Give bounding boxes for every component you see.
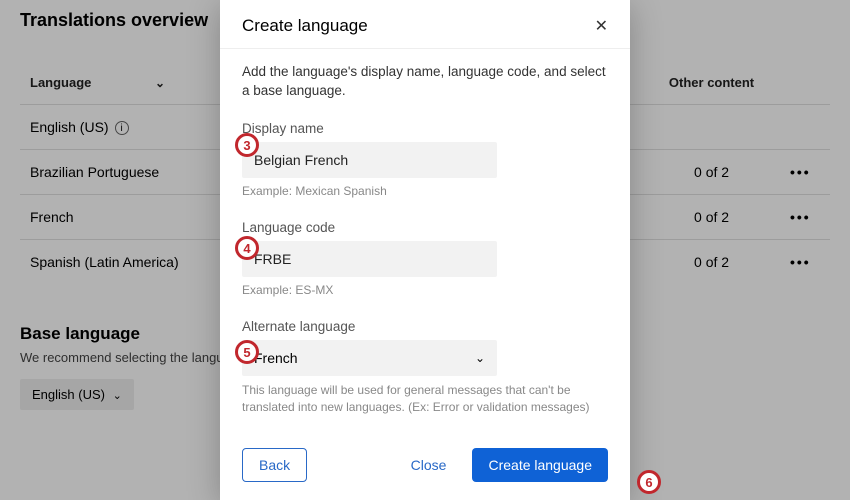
modal-title: Create language	[242, 16, 368, 36]
alternate-language-select[interactable]: French ⌄	[242, 340, 497, 376]
modal-footer: Back Close Create language	[220, 436, 630, 500]
callout-4: 4	[235, 236, 259, 260]
display-name-helper: Example: Mexican Spanish	[242, 184, 608, 198]
callout-5: 5	[235, 340, 259, 364]
create-language-button[interactable]: Create language	[472, 448, 608, 482]
display-name-label: Display name	[242, 121, 608, 136]
alternate-language-label: Alternate language	[242, 319, 608, 334]
language-code-label: Language code	[242, 220, 608, 235]
callout-3: 3	[235, 133, 259, 157]
display-name-input[interactable]	[242, 142, 497, 178]
close-button[interactable]: Close	[407, 449, 451, 481]
alternate-language-value: French	[254, 350, 298, 366]
language-code-helper: Example: ES-MX	[242, 283, 608, 297]
close-icon[interactable]: ✕	[595, 16, 608, 36]
alternate-language-helper: This language will be used for general m…	[242, 382, 608, 416]
language-code-input[interactable]	[242, 241, 497, 277]
modal-body: Add the language's display name, languag…	[220, 49, 630, 436]
modal-description: Add the language's display name, languag…	[242, 63, 608, 101]
create-language-modal: Create language ✕ Add the language's dis…	[220, 0, 630, 500]
callout-6: 6	[637, 470, 661, 494]
back-button[interactable]: Back	[242, 448, 307, 482]
chevron-down-icon: ⌄	[475, 351, 485, 365]
modal-header: Create language ✕	[220, 0, 630, 49]
